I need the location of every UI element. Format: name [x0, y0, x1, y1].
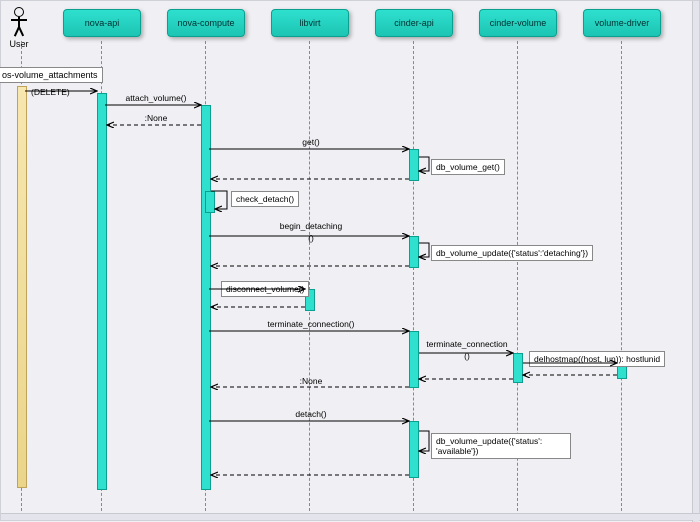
- note-line2: 'available'}): [436, 446, 478, 456]
- msg-terminate-connection-2: terminate_connection: [419, 339, 515, 349]
- lifeline-libvirt: [309, 41, 310, 511]
- activation-user: [17, 86, 27, 488]
- msg-get: get(): [213, 137, 409, 147]
- note-db-update-available: db_volume_update({'status': 'available'}…: [431, 433, 571, 459]
- gate-os-volume-attachments: os-volume_attachments: [0, 67, 103, 83]
- participant-label: nova-api: [85, 18, 120, 28]
- actor-user: User: [9, 7, 29, 49]
- participant-libvirt: libvirt: [271, 9, 349, 37]
- activation-cinder-api-get: [409, 149, 419, 181]
- scrollbar-vertical[interactable]: [692, 1, 699, 522]
- msg-terminate-connection: terminate_connection(): [213, 319, 409, 329]
- participant-volume-driver: volume-driver: [583, 9, 661, 37]
- msg-detach: detach(): [213, 409, 409, 419]
- msg-attach-volume: attach_volume(): [111, 93, 201, 103]
- participant-cinder-volume: cinder-volume: [479, 9, 557, 37]
- msg-terminate-connection-2b: (): [419, 351, 515, 361]
- scrollbar-horizontal[interactable]: [1, 513, 700, 520]
- note-disconnect-volume: disconnect_volume(): [221, 281, 309, 297]
- msg-return-none-1: :None: [111, 113, 201, 123]
- participant-label: libvirt: [299, 18, 320, 28]
- note-delhostmap: delhostmap((host, lun)): hostlunid: [529, 351, 665, 367]
- activation-cinder-api-begin: [409, 236, 419, 268]
- msg-begin-detaching: begin_detaching: [213, 221, 409, 231]
- gate-title: os-volume_attachments: [2, 70, 98, 80]
- msg-begin-detaching-paren: (): [213, 233, 409, 243]
- gate-subtitle: (DELETE): [31, 87, 70, 97]
- actor-label: User: [9, 39, 29, 49]
- lifeline-volume-driver: [621, 41, 622, 511]
- participant-label: volume-driver: [595, 18, 650, 28]
- note-check-detach: check_detach(): [231, 191, 299, 207]
- user-icon: [9, 7, 29, 37]
- activation-nova-api: [97, 93, 107, 490]
- activation-nc-self1: [205, 191, 215, 213]
- participant-label: cinder-api: [394, 18, 434, 28]
- activation-cinder-api-detach: [409, 421, 419, 478]
- participant-nova-api: nova-api: [63, 9, 141, 37]
- note-line1: db_volume_update({'status':: [436, 436, 542, 446]
- activation-nova-compute: [201, 105, 211, 490]
- participant-label: cinder-volume: [490, 18, 547, 28]
- note-db-volume-get: db_volume_get(): [431, 159, 505, 175]
- participant-nova-compute: nova-compute: [167, 9, 245, 37]
- activation-cinder-api-term: [409, 331, 419, 388]
- note-db-update-detaching: db_volume_update({'status':'detaching'}): [431, 245, 593, 261]
- participant-label: nova-compute: [177, 18, 234, 28]
- msg-return-none-2: :None: [213, 376, 409, 386]
- participant-cinder-api: cinder-api: [375, 9, 453, 37]
